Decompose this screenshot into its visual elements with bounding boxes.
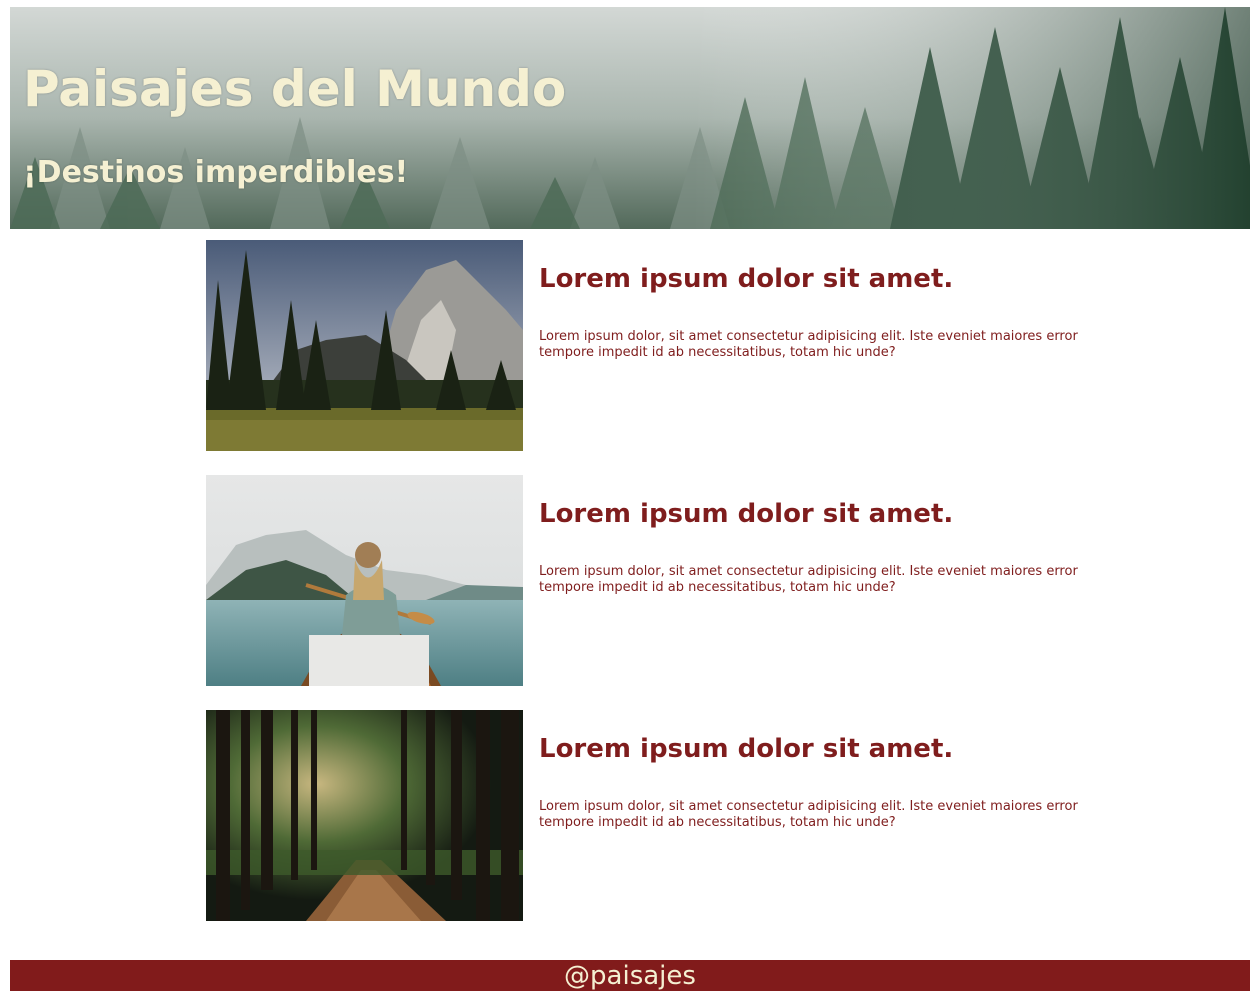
- page-header: Paisajes del Mundo ¡Destinos imperdibles…: [10, 7, 1250, 229]
- destination-card: Lorem ipsum dolor sit amet. Lorem ipsum …: [206, 710, 1106, 921]
- destination-card: Lorem ipsum dolor sit amet. Lorem ipsum …: [206, 475, 1106, 686]
- destination-card: Lorem ipsum dolor sit amet. Lorem ipsum …: [206, 240, 1106, 451]
- card-title: Lorem ipsum dolor sit amet.: [539, 264, 954, 294]
- canoe-lake-image: [206, 475, 523, 686]
- card-title: Lorem ipsum dolor sit amet.: [539, 734, 954, 764]
- page-footer: @paisajes: [10, 960, 1250, 991]
- card-text: Lorem ipsum dolor, sit amet consectetur …: [539, 799, 1078, 830]
- mountain-valley-image: [206, 240, 523, 451]
- card-title: Lorem ipsum dolor sit amet.: [539, 499, 954, 529]
- card-text: Lorem ipsum dolor, sit amet consectetur …: [539, 329, 1078, 360]
- site-subtitle: ¡Destinos imperdibles!: [23, 155, 409, 190]
- site-title: Paisajes del Mundo: [23, 60, 567, 118]
- forest-path-image: [206, 710, 523, 921]
- footer-handle: @paisajes: [564, 961, 696, 991]
- card-text: Lorem ipsum dolor, sit amet consectetur …: [539, 564, 1078, 595]
